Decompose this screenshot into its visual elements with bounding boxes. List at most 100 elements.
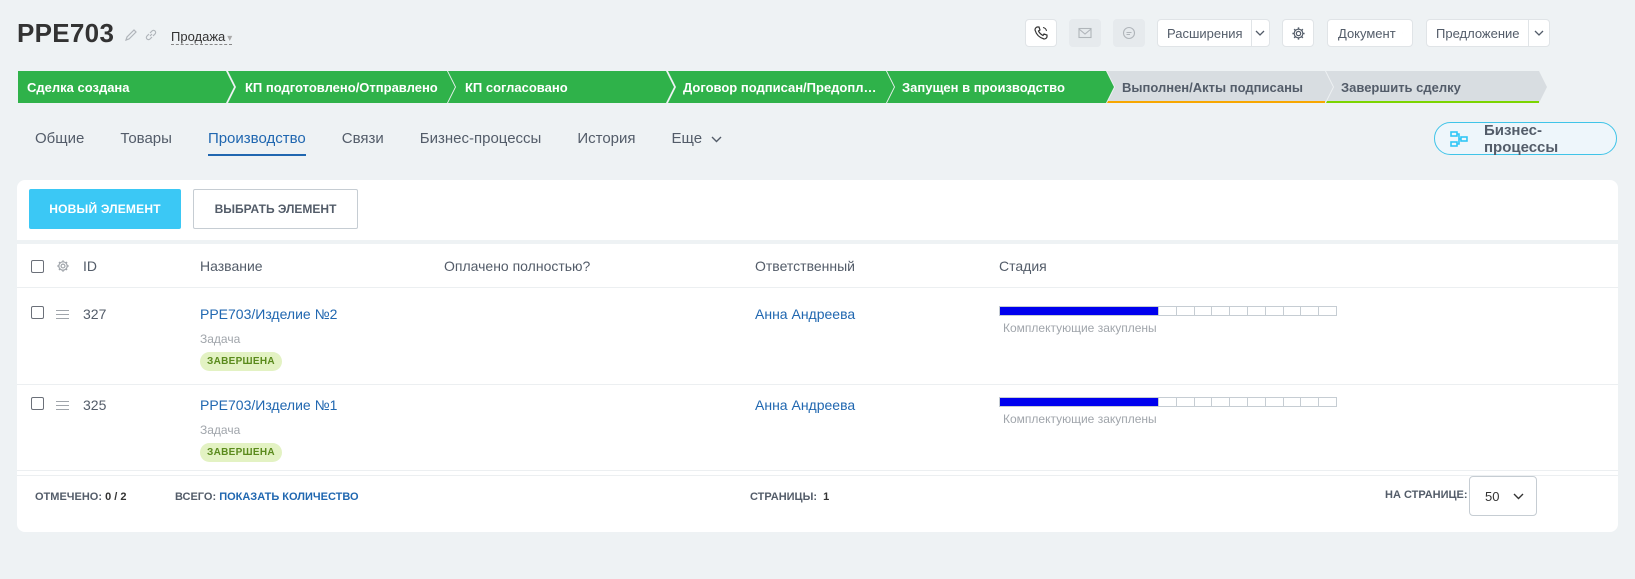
progress-segment — [1157, 307, 1176, 315]
document-dropdown[interactable]: Документ — [1327, 19, 1413, 47]
proposal-label: Предложение — [1436, 25, 1520, 41]
chevron-down-icon — [711, 136, 722, 143]
drag-handle-icon[interactable] — [56, 401, 69, 413]
stage-item[interactable]: Запущен в производство — [887, 71, 1114, 103]
link-icon[interactable] — [144, 28, 158, 47]
status-badge: ЗАВЕРШЕНА — [200, 443, 282, 462]
production-grid: ID Название Оплачено полностью? Ответств… — [17, 244, 1618, 532]
per-page-value: 50 — [1485, 488, 1500, 504]
row-name-link[interactable]: PPE703/Изделие №1 — [200, 397, 337, 413]
select-all-checkbox[interactable] — [31, 260, 44, 273]
progress-segment — [1282, 398, 1301, 406]
table-row[interactable]: 327 PPE703/Изделие №2 Задача ЗАВЕРШЕНА А… — [17, 289, 1618, 385]
stage-item[interactable]: КП согласовано — [448, 71, 674, 103]
column-header-responsible[interactable]: Ответственный — [755, 258, 855, 274]
total-label: ВСЕГО: — [175, 491, 217, 503]
extensions-label: Расширения — [1167, 25, 1243, 41]
tab-links[interactable]: Связи — [342, 130, 384, 156]
stage-label: Комплектующие закуплены — [1003, 412, 1157, 426]
progress-segment — [1211, 398, 1229, 406]
row-checkbox[interactable] — [31, 397, 44, 410]
row-checkbox[interactable] — [31, 306, 44, 319]
stage-label: Договор подписан/Предоплат... — [683, 79, 887, 95]
column-header-id[interactable]: ID — [83, 258, 97, 274]
tab-history[interactable]: История — [577, 130, 635, 156]
progress-segment — [1246, 398, 1265, 406]
stage-label: КП согласовано — [465, 79, 568, 95]
grid-toolbar: НОВЫЙ ЭЛЕМЕНТ ВЫБРАТЬ ЭЛЕМЕНТ — [17, 180, 1618, 240]
row-type: Задача — [200, 332, 241, 346]
deal-type-label: Продажа — [171, 29, 226, 44]
chat-button[interactable] — [1113, 19, 1145, 47]
stage-label: Сделка создана — [27, 79, 130, 95]
tab-more-label: Еще — [671, 130, 703, 147]
progress-segment — [1175, 398, 1194, 406]
per-page-label: НА СТРАНИЦЕ: — [1385, 489, 1468, 501]
column-header-paid[interactable]: Оплачено полностью? — [444, 258, 590, 274]
new-element-button[interactable]: НОВЫЙ ЭЛЕМЕНТ — [29, 189, 181, 229]
proposal-button[interactable]: Предложение — [1426, 19, 1550, 47]
settings-button[interactable] — [1282, 19, 1314, 47]
row-type: Задача — [200, 423, 241, 437]
progress-segment — [1246, 307, 1265, 315]
phone-icon — [1034, 26, 1048, 40]
gear-icon[interactable] — [56, 259, 70, 273]
responsible-link[interactable]: Анна Андреева — [755, 306, 855, 322]
pages: СТРАНИЦЫ: 1 — [750, 491, 829, 503]
column-header-name[interactable]: Название — [200, 258, 263, 274]
stage-label: Запущен в производство — [902, 79, 1065, 95]
selected-value: 0 / 2 — [105, 491, 127, 503]
drag-handle-icon[interactable] — [56, 310, 69, 322]
status-badge: ЗАВЕРШЕНА — [200, 352, 282, 371]
stage-item[interactable]: Выполнен/Акты подписаны — [1107, 71, 1333, 103]
email-button[interactable] — [1069, 19, 1101, 47]
progress-segment — [1264, 307, 1283, 315]
column-header-stage[interactable]: Стадия — [999, 258, 1047, 274]
stage-item[interactable]: КП подготовлено/Отправлено — [228, 71, 455, 103]
deal-type-select[interactable]: Продажа ▾ — [171, 29, 233, 45]
stage-label: Выполнен/Акты подписаны — [1122, 79, 1304, 95]
chevron-down-icon[interactable] — [1251, 30, 1269, 36]
stage-item[interactable]: Сделка создана — [18, 71, 234, 103]
stage-label: КП подготовлено/Отправлено — [245, 79, 438, 95]
business-process-icon — [1450, 130, 1468, 147]
selected-count: ОТМЕЧЕНО: 0 / 2 — [35, 491, 126, 503]
table-row[interactable]: 325 PPE703/Изделие №1 Задача ЗАВЕРШЕНА А… — [17, 380, 1618, 476]
per-page-select[interactable]: 50 — [1469, 476, 1537, 516]
tab-production[interactable]: Производство — [207, 130, 306, 156]
row-name-link[interactable]: PPE703/Изделие №2 — [200, 306, 337, 322]
tab-bar: Общие Товары Производство Связи Бизнес-п… — [35, 130, 758, 156]
tab-more[interactable]: Еще — [672, 130, 723, 156]
phone-call-button[interactable] — [1025, 19, 1057, 47]
chat-icon — [1122, 26, 1136, 40]
edit-icon[interactable] — [124, 28, 138, 47]
progress-segment — [1175, 307, 1194, 315]
gear-icon — [1291, 26, 1305, 40]
progress-segment — [1193, 307, 1212, 315]
tab-business-processes[interactable]: Бизнес-процессы — [420, 130, 542, 156]
chevron-down-icon[interactable] — [1528, 30, 1549, 36]
pages-value: 1 — [823, 491, 830, 503]
responsible-link[interactable]: Анна Андреева — [755, 397, 855, 413]
page-title: PPE703 — [17, 18, 115, 48]
progress-segment — [1211, 307, 1229, 315]
progress-fill — [1000, 307, 1158, 315]
stage-progress — [999, 397, 1337, 407]
extensions-button[interactable]: Расширения — [1157, 19, 1270, 47]
selected-label: ОТМЕЧЕНО: — [35, 491, 103, 503]
business-processes-button[interactable]: Бизнес-процессы — [1434, 122, 1617, 156]
select-element-button[interactable]: ВЫБРАТЬ ЭЛЕМЕНТ — [193, 189, 358, 229]
tab-products[interactable]: Товары — [120, 130, 172, 156]
document-label: Документ — [1338, 25, 1396, 41]
chevron-down-icon: ▾ — [227, 33, 233, 44]
progress-segment — [1264, 398, 1283, 406]
pages-label: СТРАНИЦЫ: — [750, 491, 818, 503]
row-id: 327 — [83, 306, 107, 322]
stage-item[interactable]: Завершить сделку — [1326, 71, 1547, 103]
tab-general[interactable]: Общие — [35, 130, 84, 156]
stage-item[interactable]: Договор подписан/Предоплат... — [668, 71, 894, 103]
progress-segment — [1300, 307, 1318, 315]
show-count-link[interactable]: ПОКАЗАТЬ КОЛИЧЕСТВО — [219, 491, 358, 503]
total-count: ВСЕГО: ПОКАЗАТЬ КОЛИЧЕСТВО — [175, 491, 359, 503]
row-id: 325 — [83, 397, 107, 413]
